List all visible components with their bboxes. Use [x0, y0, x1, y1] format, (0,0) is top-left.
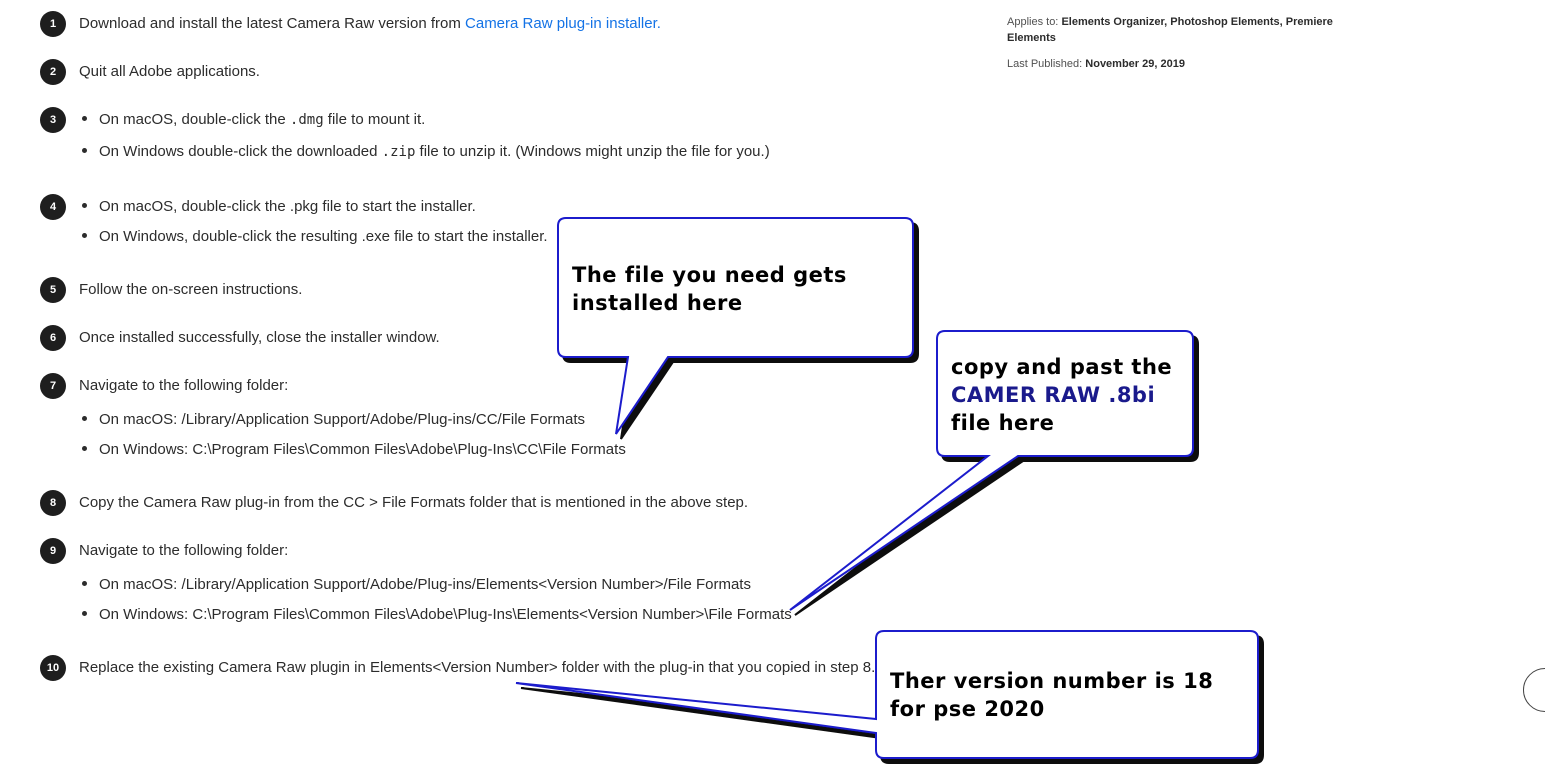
callout-annotations [515, 217, 1259, 759]
callout-1-text: The file you need gets installed here [572, 263, 847, 315]
callout-3-text: Ther version number is 18 for pse 2020 [890, 669, 1214, 721]
callout-2-text: copy and past the CAMER RAW .8bi file he… [951, 355, 1173, 435]
callout-bubble-1 [557, 217, 914, 435]
